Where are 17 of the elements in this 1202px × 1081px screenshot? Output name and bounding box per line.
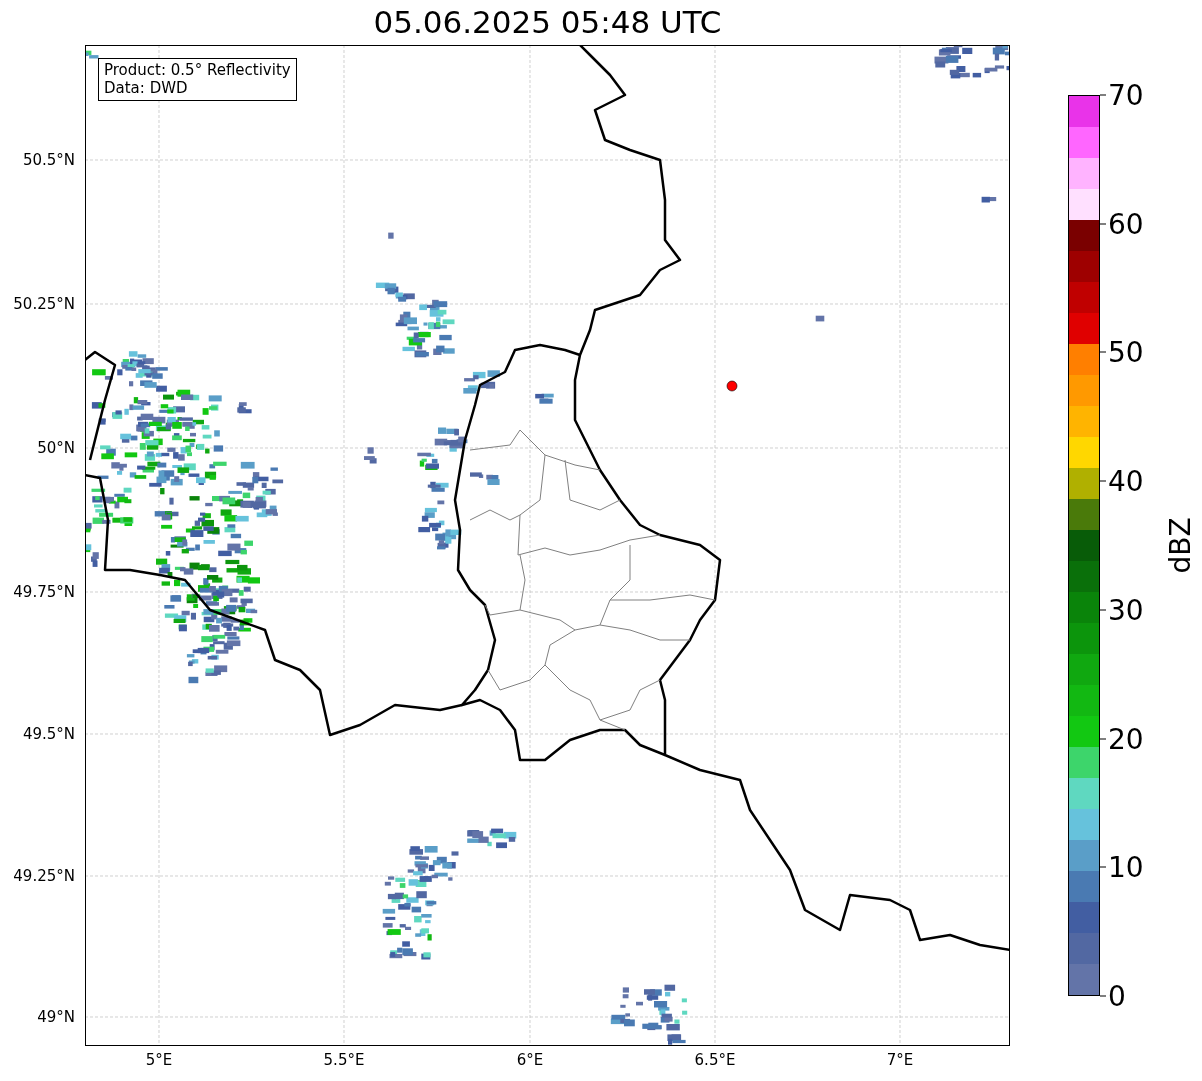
latitude-label: 49.75°N: [13, 583, 75, 601]
latitude-label: 49.5°N: [22, 725, 75, 743]
chart-title: 05.06.2025 05:48 UTC: [372, 3, 723, 42]
longitude-label: 6.5°E: [694, 1051, 736, 1069]
longitude-label: 7°E: [886, 1051, 914, 1069]
longitude-label: 5.5°E: [323, 1051, 365, 1069]
longitude-label: 5°E: [145, 1051, 173, 1069]
latitude-label: 49°N: [37, 1008, 75, 1026]
info-text: Data: DWD: [104, 79, 189, 97]
info-text: Product: 0.5° Reflectivity: [104, 61, 291, 79]
latitude-label: 50°N: [37, 439, 75, 457]
colorbar-label: dBZ: [1163, 517, 1197, 574]
longitude-label: 6°E: [516, 1051, 544, 1069]
latitude-label: 50.25°N: [13, 295, 75, 313]
radar-site-marker: [726, 380, 738, 392]
latitude-label: 49.25°N: [13, 867, 75, 885]
latitude-label: 50.5°N: [22, 151, 75, 169]
